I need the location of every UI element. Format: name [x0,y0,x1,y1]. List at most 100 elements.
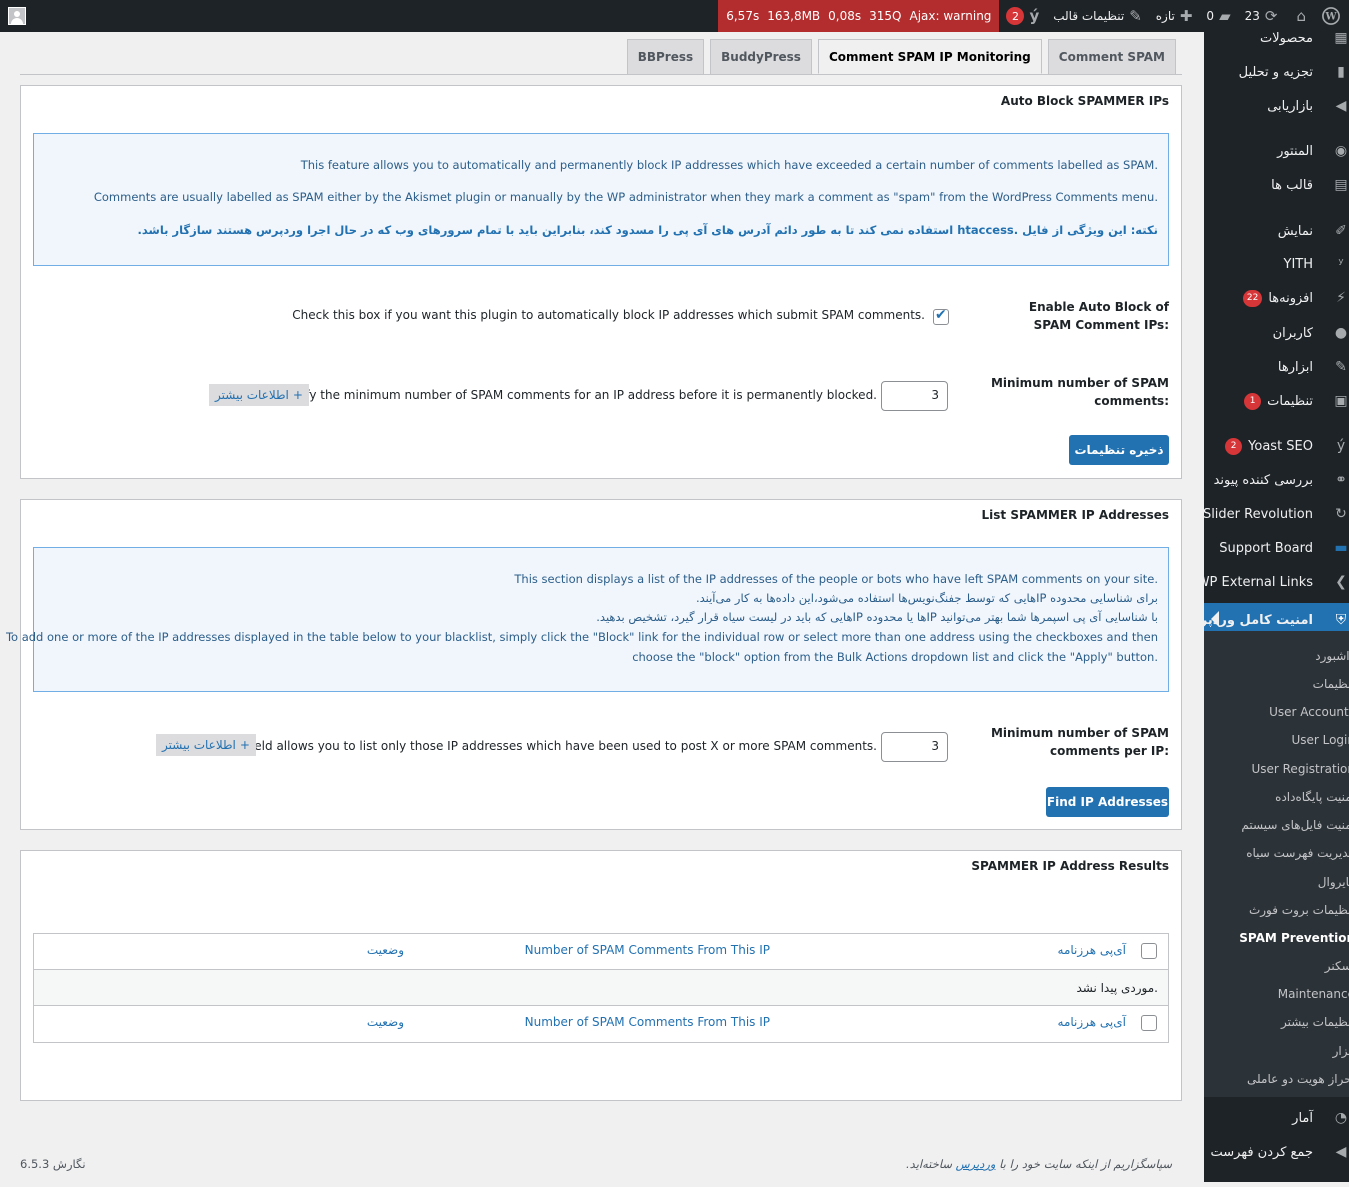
select-all-checkbox-footer[interactable] [1141,1015,1157,1031]
column-spam-ip[interactable]: آی‌پی هرزنامه [1058,1015,1126,1029]
sidebar-item-plugins[interactable]: ⚡ افزونه‌ها 22 [1204,283,1349,313]
submenu-maintenance[interactable]: Maintenance [1204,981,1349,1007]
min-spam-per-ip-label: Minimum number of SPAM comments per IP: [990,726,1169,758]
refresh-icon: ↻ [1335,506,1347,522]
admin-sidebar: ▦ محصولات ▮ تجزیه و تحلیل ◀ بازاریابی ◉ المن… [1204,32,1349,1182]
sidebar-item-templates[interactable]: ▤ قالب ها [1204,170,1349,200]
sidebar-item-users[interactable]: ● کاربران [1204,318,1349,348]
tab-buddypress[interactable]: BuddyPress [710,39,812,74]
column-spam-count[interactable]: Number of SPAM Comments From This IP [525,943,770,957]
info-line: This section displays a list of the IP a… [514,572,1158,586]
submenu-tools[interactable]: ابزار [1204,1038,1349,1064]
submenu-two-factor[interactable]: احراز هویت دو عاملی [1204,1066,1349,1092]
sidebar-item-yoast[interactable]: ý Yoast SEO 2 [1204,431,1349,461]
more-info-button[interactable]: + اطلاعات بیشتر [156,734,256,756]
qm-db-time: 0,08s [828,9,862,23]
sidebar-item-stats[interactable]: ◔ آمار [1204,1103,1349,1133]
yith-icon: ʸ [1338,256,1344,272]
template-icon: ▤ [1334,177,1348,193]
users-icon: ● [1334,325,1348,341]
plus-icon: ✚ [1179,7,1193,25]
theme-settings-item[interactable]: ✎ تنظیمات قالب [1046,0,1149,32]
avatar[interactable] [8,7,26,25]
wordpress-link[interactable]: وردپرس [956,1157,996,1171]
comments-item[interactable]: ▰ 0 [1199,0,1237,32]
sidebar-item-yith[interactable]: ʸ YITH [1204,249,1349,279]
tab-comment-spam-ip-monitoring[interactable]: Comment SPAM IP Monitoring [817,39,1042,74]
submenu-brute-force[interactable]: تنظیمات بروت فورث [1204,897,1349,923]
tab-comment-spam[interactable]: Comment SPAM [1047,39,1176,74]
tab-bbpress[interactable]: BBPress [626,39,705,74]
submenu-user-login[interactable]: User Login [1204,727,1349,753]
main-content: Comment SPAM Comment SPAM IP Monitoring … [6,32,1182,1182]
link-icon: ⚭ [1335,472,1347,488]
footer-thanks: سپاسگزاریم از اینکه سایت خود را با وردپر… [906,1157,1172,1171]
sidebar-collapse-menu[interactable]: ◀ جمع کردن فهرست [1204,1137,1349,1167]
chart-icon: ▮ [1337,64,1345,80]
sidebar-item-appearance[interactable]: ✐ نمایش [1204,216,1349,246]
info-line: choose the "block" option from the Bulk … [632,650,1158,664]
column-status[interactable]: وضعیت [367,1015,404,1029]
sidebar-item-slider-revolution[interactable]: ↻ Slider Revolution [1204,499,1349,529]
sidebar-item-tools[interactable]: ✎ ابزارها [1204,352,1349,382]
submenu-spam-prevention[interactable]: SPAM Prevention [1204,925,1349,951]
query-monitor-item[interactable]: 6,57s 163,8MB 0,08s 315Q Ajax: warning [718,0,1000,32]
table-footer-row: آی‌پی هرزنامه Number of SPAM Comments Fr… [34,1006,1168,1042]
submenu-blacklist[interactable]: مدیریت فهرست سیاه [1204,840,1349,866]
submenu-user-registration[interactable]: User Registration [1204,756,1349,782]
sidebar-item-elementor[interactable]: ◉ المنتور [1204,136,1349,166]
yoast-icon: ý [1336,438,1346,454]
sidebar-item-products[interactable]: ▦ محصولات [1204,32,1349,53]
yoast-adminbar-item[interactable]: ý 2 [999,0,1046,32]
sidebar-item-external-links[interactable]: ❯ WP External Links [1204,567,1349,597]
plugins-badge: 22 [1242,289,1263,307]
wordpress-logo-icon[interactable]: W [1313,0,1349,32]
sidebar-item-marketing[interactable]: ◀ بازاریابی [1204,91,1349,121]
submenu-firewall[interactable]: فایروال [1204,869,1349,895]
settings-badge: 1 [1244,392,1262,410]
sidebar-item-settings[interactable]: ▣ تنظیمات 1 [1204,386,1349,416]
no-items-found: موردی پیدا نشد. [1076,981,1158,995]
plus-icon: + [292,388,303,402]
submenu-dashboard[interactable]: داشبورد [1204,643,1349,669]
min-spam-comments-input[interactable]: 3 [881,381,948,411]
admin-bar: W ⌂ ⟳ 23 ▰ 0 ✚ تازه ✎ تنظیمات قالب ý 2 6… [0,0,1349,32]
qm-ajax: Ajax: warning [909,9,992,23]
info-note: نکته: این ویژگی از فایل .htaccess استفاد… [137,223,1159,237]
new-content-item[interactable]: ✚ تازه [1149,0,1200,32]
updates-item[interactable]: ⟳ 23 [1238,0,1285,32]
find-ip-addresses-button[interactable]: Find IP Addresses [1046,787,1169,817]
auto-block-info-box: This feature allows you to automatically… [33,133,1169,266]
save-settings-button[interactable]: ذخیره تنظیمات [1069,435,1169,465]
auto-block-title: Auto Block SPAMMER IPs [1000,94,1169,108]
home-icon[interactable]: ⌂ [1284,0,1313,32]
submenu-misc[interactable]: تنظیمات بیشتر [1204,1009,1349,1035]
more-info-button[interactable]: + اطلاعات بیشتر [209,384,309,406]
info-line: برای شناسایی محدوده IPهایی که توسط جفنگ‌… [695,591,1158,605]
enable-auto-block-label: Enable Auto Block of SPAM Comment IPs: [1028,300,1169,332]
updates-icon: ⟳ [1264,7,1278,25]
submenu-filesystem-security[interactable]: امنیت فایل‌های سیستم [1204,812,1349,838]
enable-auto-block-checkbox[interactable] [933,307,949,325]
submenu-user-accounts[interactable]: User Accounts [1204,699,1349,725]
sidebar-item-analytics[interactable]: ▮ تجزیه و تحلیل [1204,57,1349,87]
qm-time: 6,57s [726,9,760,23]
qm-memory: 163,8MB [767,9,821,23]
submenu-database-security[interactable]: امنیت پایگاه‌داده [1204,784,1349,810]
column-status[interactable]: وضعیت [367,943,404,957]
security-submenu: داشبورد تنظیمات User Accounts User Login… [1204,631,1349,1097]
submenu-scanner[interactable]: اسکنر [1204,953,1349,979]
results-title: SPAMMER IP Address Results [971,859,1169,873]
sidebar-item-support-board[interactable]: ▬ Support Board [1204,533,1349,563]
collapse-icon: ◀ [1335,1144,1347,1160]
column-spam-ip[interactable]: آی‌پی هرزنامه [1058,943,1126,957]
column-spam-count[interactable]: Number of SPAM Comments From This IP [525,1015,770,1029]
results-postbox: SPAMMER IP Address Results آی‌پی هرزنامه… [20,850,1182,1101]
enable-auto-block-desc: Check this box if you want this plugin t… [292,308,925,322]
sidebar-item-link-checker[interactable]: ⚭ بررسی کننده پیوند [1204,465,1349,495]
select-all-checkbox[interactable] [1141,943,1157,959]
submenu-settings[interactable]: تنظیمات [1204,671,1349,697]
min-spam-per-ip-input[interactable]: 3 [881,732,948,762]
list-spammer-info-box: This section displays a list of the IP a… [6,547,1169,692]
auto-block-postbox: Auto Block SPAMMER IPs This feature allo… [20,85,1182,479]
